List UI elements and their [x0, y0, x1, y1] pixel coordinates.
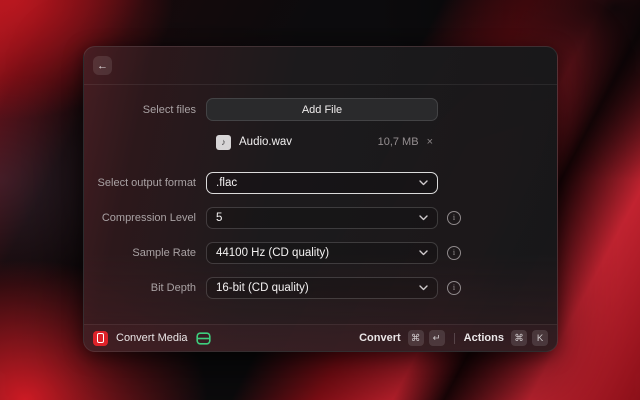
drive-icon: [195, 331, 211, 345]
info-icon[interactable]: i: [447, 211, 461, 225]
sample-rate-label: Sample Rate: [132, 247, 196, 259]
sample-rate-dropdown[interactable]: 44100 Hz (CD quality): [206, 242, 438, 264]
chevron-down-icon: [419, 215, 428, 221]
app-name: Convert Media: [116, 332, 188, 344]
compression-level-row: Compression Level 5 i: [84, 207, 557, 229]
select-files-row: Select files Add File: [84, 98, 557, 121]
bit-depth-value: 16-bit (CD quality): [216, 282, 309, 294]
info-icon[interactable]: i: [447, 246, 461, 260]
chevron-down-icon: [419, 180, 428, 186]
actions-menu-label: Actions: [463, 332, 504, 344]
raycast-window: ← Select files Add File ♪ Audio.wav 10,7…: [83, 46, 558, 352]
convert-action-button[interactable]: Convert ⌘ ↵: [359, 330, 445, 346]
back-arrow-icon: ←: [97, 59, 108, 72]
output-format-value: .flac: [216, 177, 238, 189]
chevron-down-icon: [419, 250, 428, 256]
output-format-dropdown[interactable]: .flac: [206, 172, 438, 194]
back-button[interactable]: ←: [93, 56, 112, 75]
chevron-down-icon: [419, 285, 428, 291]
compression-level-value: 5: [216, 212, 223, 224]
convert-action-label: Convert: [359, 332, 401, 344]
cmd-keycap: ⌘: [407, 330, 424, 346]
window-header: ←: [84, 47, 557, 85]
add-file-button[interactable]: Add File: [206, 98, 438, 121]
select-files-label: Select files: [142, 103, 196, 116]
actions-menu-button[interactable]: Actions ⌘ K: [464, 330, 548, 346]
file-name: Audio.wav: [239, 136, 293, 148]
footer-divider: [453, 332, 455, 344]
remove-file-icon[interactable]: ×: [427, 136, 433, 148]
window-footer: Convert Media Convert ⌘ ↵ Actions ⌘ K: [84, 324, 557, 351]
audio-file-icon: ♪: [216, 134, 231, 150]
return-keycap: ↵: [428, 330, 445, 346]
add-file-button-label: Add File: [301, 103, 343, 116]
output-format-label: Select output format: [97, 177, 196, 189]
file-list-row: ♪ Audio.wav 10,7 MB ×: [84, 132, 557, 152]
cmd-keycap: ⌘: [511, 330, 527, 346]
convert-media-extension-icon: [93, 330, 108, 346]
info-icon[interactable]: i: [447, 281, 461, 295]
k-keycap: K: [532, 330, 548, 346]
compression-level-dropdown[interactable]: 5: [206, 207, 438, 229]
file-item[interactable]: ♪ Audio.wav 10,7 MB ×: [206, 134, 438, 150]
file-size: 10,7 MB: [377, 136, 419, 148]
bit-depth-dropdown[interactable]: 16-bit (CD quality): [206, 277, 438, 299]
bit-depth-label: Bit Depth: [150, 282, 196, 294]
bit-depth-row: Bit Depth 16-bit (CD quality) i: [84, 277, 557, 299]
output-format-row: Select output format .flac: [84, 172, 557, 194]
form-content: Select files Add File ♪ Audio.wav 10,7 M…: [84, 85, 557, 324]
sample-rate-value: 44100 Hz (CD quality): [216, 247, 330, 259]
compression-level-label: Compression Level: [101, 212, 196, 224]
sample-rate-row: Sample Rate 44100 Hz (CD quality) i: [84, 242, 557, 264]
